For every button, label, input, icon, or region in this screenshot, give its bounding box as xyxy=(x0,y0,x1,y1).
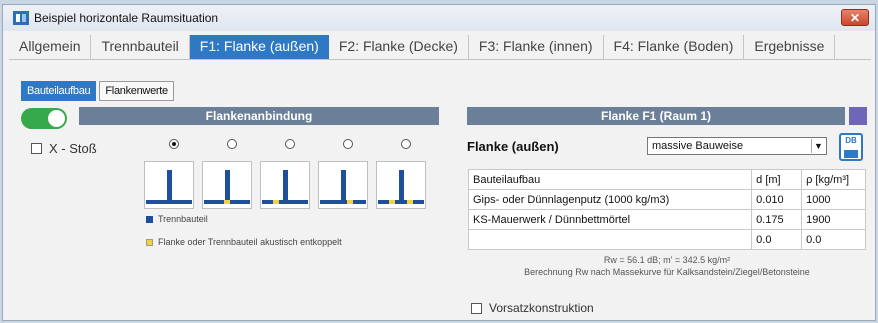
subtab-flankenwerte[interactable]: Flankenwerte xyxy=(99,81,174,101)
cell-material[interactable]: Gips- oder Dünnlagenputz (1000 kg/m3) xyxy=(467,189,753,210)
legend-trennbauteil-label: Trennbauteil xyxy=(158,214,208,224)
legend-swatch-decoupled xyxy=(146,238,153,246)
cell-thickness[interactable]: 0.175 xyxy=(751,209,803,230)
junction-diagram-1[interactable] xyxy=(144,161,194,209)
dialog-window: Beispiel horizontale Raumsituation ✕ All… xyxy=(2,4,876,321)
junction-diagrams xyxy=(144,161,426,209)
x-stoss-label: X - Stoß xyxy=(49,141,97,156)
tab-flanke-boden[interactable]: F4: Flanke (Boden) xyxy=(604,35,745,59)
junction-radio-2[interactable] xyxy=(203,139,261,149)
flankenanbindung-header: Flankenanbindung xyxy=(79,107,439,125)
rw-method-note: Berechnung Rw nach Massekurve für Kalksa… xyxy=(524,267,810,277)
flanke-f1-header: Flanke F1 (Raum 1) xyxy=(467,107,845,125)
tab-allgemein[interactable]: Allgemein xyxy=(9,35,92,59)
junction-radio-4[interactable] xyxy=(319,139,377,149)
close-button[interactable]: ✕ xyxy=(841,9,869,26)
title-bar: Beispiel horizontale Raumsituation ✕ xyxy=(3,5,875,31)
flanke-label: Flanke (außen) xyxy=(467,138,559,154)
legend-entkoppelt-label: Flanke oder Trennbauteil akustisch entko… xyxy=(158,237,342,247)
cell-density[interactable]: 1000 xyxy=(801,189,866,210)
junction-radio-group xyxy=(145,139,435,149)
main-tabs: Allgemein Trennbauteil F1: Flanke (außen… xyxy=(3,35,875,59)
sub-tabs: Bauteilaufbau Flankenwerte xyxy=(21,81,174,101)
x-stoss-option[interactable]: X - Stoß xyxy=(31,141,97,156)
cell-density[interactable]: 0.0 xyxy=(801,229,866,250)
db-icon-label: DB xyxy=(845,136,857,145)
header-thickness: d [m] xyxy=(751,169,803,190)
subtab-bauteilaufbau[interactable]: Bauteilaufbau xyxy=(21,81,97,101)
toggle-knob xyxy=(48,110,65,127)
database-save-icon[interactable]: DB xyxy=(839,133,863,161)
tab-flanke-decke[interactable]: F2: Flanke (Decke) xyxy=(329,35,469,59)
cell-thickness[interactable]: 0.0 xyxy=(751,229,803,250)
junction-diagram-4[interactable] xyxy=(318,161,368,209)
cell-density[interactable]: 1900 xyxy=(801,209,866,230)
cell-thickness[interactable]: 0.010 xyxy=(751,189,803,210)
table-row[interactable]: 0.0 0.0 xyxy=(467,229,866,250)
table-header-row: Bauteilaufbau d [m] ρ [kg/m³] xyxy=(467,169,866,190)
legend-entkoppelt: Flanke oder Trennbauteil akustisch entko… xyxy=(146,237,342,247)
cell-material[interactable] xyxy=(467,229,753,250)
window-title: Beispiel horizontale Raumsituation xyxy=(34,11,219,25)
tab-flanke-aussen[interactable]: F1: Flanke (außen) xyxy=(189,35,329,59)
floppy-shape xyxy=(844,150,858,158)
vorsatz-checkbox[interactable] xyxy=(471,302,482,314)
junction-radio-1[interactable] xyxy=(145,139,203,149)
flanke-f1-header-cap xyxy=(849,107,867,125)
flank-toggle[interactable] xyxy=(21,108,67,129)
rw-result: Rw = 56.1 dB; m' = 342.5 kg/m² xyxy=(603,255,731,265)
tab-flanke-innen[interactable]: F3: Flanke (innen) xyxy=(469,35,604,59)
junction-diagram-2[interactable] xyxy=(202,161,252,209)
junction-radio-3[interactable] xyxy=(261,139,319,149)
chevron-down-icon[interactable]: ▼ xyxy=(811,139,825,153)
cell-material[interactable]: KS-Mauerwerk / Dünnbettmörtel xyxy=(467,209,753,230)
layer-table: Bauteilaufbau d [m] ρ [kg/m³] Gips- oder… xyxy=(467,169,866,250)
tab-divider xyxy=(9,59,871,60)
vorsatz-label: Vorsatzkonstruktion xyxy=(489,301,594,315)
construction-type-select[interactable]: massive Bauweise ▼ xyxy=(647,137,827,155)
app-icon xyxy=(13,11,29,25)
table-row[interactable]: KS-Mauerwerk / Dünnbettmörtel 0.175 1900 xyxy=(467,209,866,230)
x-stoss-checkbox[interactable] xyxy=(31,143,42,154)
vorsatz-option[interactable]: Vorsatzkonstruktion xyxy=(471,301,594,315)
junction-diagram-5[interactable] xyxy=(376,161,426,209)
tab-trennbauteil[interactable]: Trennbauteil xyxy=(91,35,190,59)
construction-type-value: massive Bauweise xyxy=(652,140,744,152)
junction-diagram-3[interactable] xyxy=(260,161,310,209)
junction-radio-5[interactable] xyxy=(377,139,435,149)
flanke-type-row: Flanke (außen) massive Bauweise ▼ xyxy=(467,137,827,155)
legend-trennbauteil: Trennbauteil xyxy=(146,214,208,224)
legend-swatch-wall xyxy=(146,215,153,223)
header-density: ρ [kg/m³] xyxy=(801,169,866,190)
header-bauteilaufbau: Bauteilaufbau xyxy=(467,169,753,190)
tab-ergebnisse[interactable]: Ergebnisse xyxy=(744,35,836,59)
table-row[interactable]: Gips- oder Dünnlagenputz (1000 kg/m3) 0.… xyxy=(467,189,866,210)
